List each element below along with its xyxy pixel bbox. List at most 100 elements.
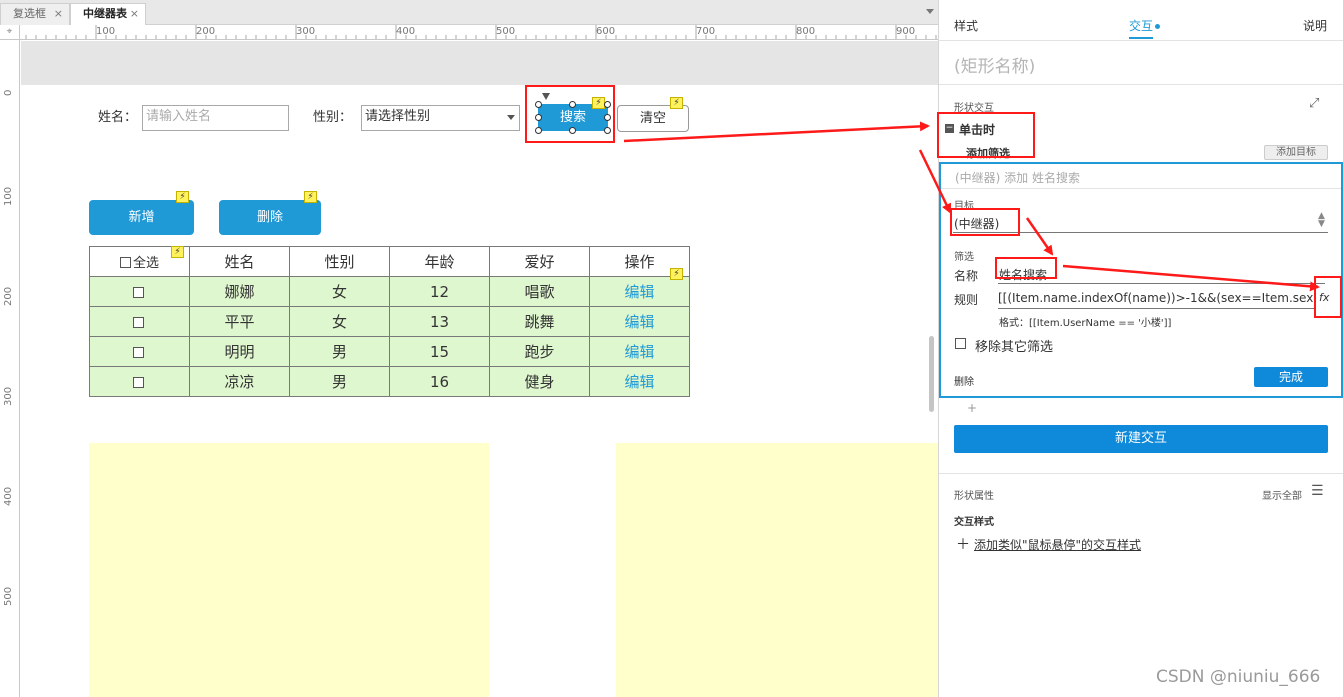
row-checkbox-cell[interactable] xyxy=(89,336,190,367)
card-title: (中继器) 添加 姓名搜索 xyxy=(955,171,1080,185)
done-button[interactable]: 完成 xyxy=(1254,367,1328,387)
cell-action: 编辑 xyxy=(589,276,690,307)
checkbox-icon[interactable] xyxy=(133,286,144,298)
delete-action-link[interactable]: 删除 xyxy=(954,373,974,388)
shape-name[interactable]: (矩形名称) xyxy=(954,52,1035,77)
edit-link[interactable]: 编辑 xyxy=(624,283,654,301)
gender-select-value: 请选择性别 xyxy=(365,109,431,124)
tab-style[interactable]: 样式 xyxy=(954,17,978,34)
cell-action: 编辑 xyxy=(589,336,690,367)
select-arrows-icon: ▲ ▼ xyxy=(1318,211,1325,229)
vertical-ruler: 0 100 200 300 400 500 xyxy=(0,40,20,697)
cell-name: 娜娜 xyxy=(189,276,290,307)
delete-button[interactable]: 删除 xyxy=(219,200,321,235)
header-cell: 年龄 xyxy=(389,246,490,277)
cell-action: 编辑 xyxy=(589,306,690,337)
divider xyxy=(939,84,1343,85)
expand-icon[interactable]: ⤢ xyxy=(1309,96,1319,111)
tab-notes[interactable]: 说明 xyxy=(1303,17,1327,34)
interaction-style-heading: 交互样式 xyxy=(954,517,994,528)
table-row: 平平 女 13 跳舞 编辑 xyxy=(89,306,690,337)
add-icon[interactable]: ＋ xyxy=(956,534,970,554)
repeater-table: 全选 姓名 性别 年龄 爱好 操作 娜娜 女 12 唱歌 编辑 平平 女 13 … xyxy=(89,246,690,397)
name-input[interactable]: 请输入姓名 xyxy=(142,105,289,131)
canvas-margin-area xyxy=(21,41,938,85)
add-button[interactable]: 新增 xyxy=(89,200,194,235)
annotation-box xyxy=(950,208,1020,236)
divider xyxy=(941,188,1341,189)
checkbox-icon[interactable] xyxy=(133,316,144,328)
cell-name: 凉凉 xyxy=(189,366,290,397)
cell-age: 16 xyxy=(389,366,490,397)
name-field-label: 名称 xyxy=(954,269,979,283)
watermark: CSDN @niuniu_666 xyxy=(1156,667,1321,687)
checkbox-icon[interactable] xyxy=(119,257,131,268)
cell-name: 平平 xyxy=(189,306,290,337)
checkbox-icon[interactable] xyxy=(133,376,144,388)
cell-hobby: 唱歌 xyxy=(489,276,590,307)
cell-age: 12 xyxy=(389,276,490,307)
inspector-panel: 样式 交互 说明 (矩形名称) 形状交互 ⤢ − 单击时 添加筛选 添加目标 (… xyxy=(937,0,1343,697)
annotation-box xyxy=(937,112,1035,158)
row-checkbox-cell[interactable] xyxy=(89,366,190,397)
edit-link[interactable]: 编辑 xyxy=(624,373,654,391)
tab-interaction[interactable]: 交互 xyxy=(1129,17,1161,34)
tab-checkbox[interactable]: 复选框 × xyxy=(0,3,70,25)
checkbox-icon[interactable] xyxy=(955,338,966,349)
tab-menu-icon[interactable] xyxy=(926,9,934,14)
cell-gender: 男 xyxy=(289,366,390,397)
tab-interaction-label: 交互 xyxy=(1129,19,1154,33)
rule-label: 规则 xyxy=(954,293,979,307)
sticky-note[interactable] xyxy=(616,443,938,697)
app-root: 复选框 × 中继器表 × ⌖ 100 200 300 400 500 600 7… xyxy=(0,0,1343,697)
cell-name: 明明 xyxy=(189,336,290,367)
design-canvas[interactable]: 姓名： 请输入姓名 性别： 请选择性别 搜索 ⚡ 清空 ⚡ 新增 ⚡ 删除 ⚡ … xyxy=(21,41,938,697)
rule-input[interactable]: [[(Item.name.indexOf(name))>-1&&(sex==It… xyxy=(998,287,1316,309)
add-target-button[interactable]: 添加目标 xyxy=(1264,145,1328,160)
sticky-note[interactable] xyxy=(89,443,489,697)
row-checkbox-cell[interactable] xyxy=(89,306,190,337)
show-all-link[interactable]: 显示全部 xyxy=(1262,487,1302,502)
edit-link[interactable]: 编辑 xyxy=(624,343,654,361)
menu-icon[interactable]: ☰ xyxy=(1311,483,1324,499)
ruler-tick: 0 xyxy=(3,89,14,96)
ruler-tick: 400 xyxy=(3,486,14,506)
remove-other-filters-label[interactable]: 移除其它筛选 xyxy=(975,336,1053,355)
row-checkbox-cell[interactable] xyxy=(89,276,190,307)
gender-select[interactable]: 请选择性别 xyxy=(361,105,520,131)
table-row: 明明 男 15 跑步 编辑 xyxy=(89,336,690,367)
table-row: 娜娜 女 12 唱歌 编辑 xyxy=(89,276,690,307)
add-icon[interactable]: + xyxy=(967,401,977,415)
cell-hobby: 健身 xyxy=(489,366,590,397)
header-cell: 性别 xyxy=(289,246,390,277)
add-interaction-style-link[interactable]: 添加类似"鼠标悬停"的交互样式 xyxy=(974,536,1141,553)
tab-label: 复选框 xyxy=(13,7,46,20)
cell-hobby: 跑步 xyxy=(489,336,590,367)
canvas-scrollbar[interactable] xyxy=(929,336,934,412)
action-card: (中继器) 添加 姓名搜索 目标 (中继器) ▲ ▼ 筛选 名称 姓名搜索 规则 … xyxy=(939,162,1343,398)
checkbox-icon[interactable] xyxy=(133,346,144,358)
cell-hobby: 跳舞 xyxy=(489,306,590,337)
annotation-box xyxy=(525,85,615,143)
interaction-bolt-icon: ⚡ xyxy=(670,97,683,109)
cell-age: 13 xyxy=(389,306,490,337)
close-icon[interactable]: × xyxy=(130,4,139,24)
annotation-box xyxy=(995,257,1057,279)
ruler-tick: 200 xyxy=(3,286,14,306)
tab-label: 中继器表 xyxy=(83,7,127,20)
chevron-down-icon xyxy=(507,115,515,120)
edit-link[interactable]: 编辑 xyxy=(624,313,654,331)
format-hint: 格式：[[Item.UserName == '小楼']] xyxy=(999,318,1172,329)
gender-label: 性别： xyxy=(313,110,353,125)
header-label: 全选 xyxy=(132,256,159,271)
clear-button[interactable]: 清空 xyxy=(617,105,689,132)
cell-age: 15 xyxy=(389,336,490,367)
ruler-tick: 500 xyxy=(3,586,14,606)
header-cell: 姓名 xyxy=(189,246,290,277)
cell-gender: 男 xyxy=(289,336,390,367)
cell-gender: 女 xyxy=(289,306,390,337)
close-icon[interactable]: × xyxy=(54,4,63,24)
shape-props-heading: 形状属性 xyxy=(954,491,994,502)
new-interaction-button[interactable]: 新建交互 xyxy=(954,425,1328,453)
tab-repeater-table[interactable]: 中继器表 × xyxy=(70,3,146,26)
